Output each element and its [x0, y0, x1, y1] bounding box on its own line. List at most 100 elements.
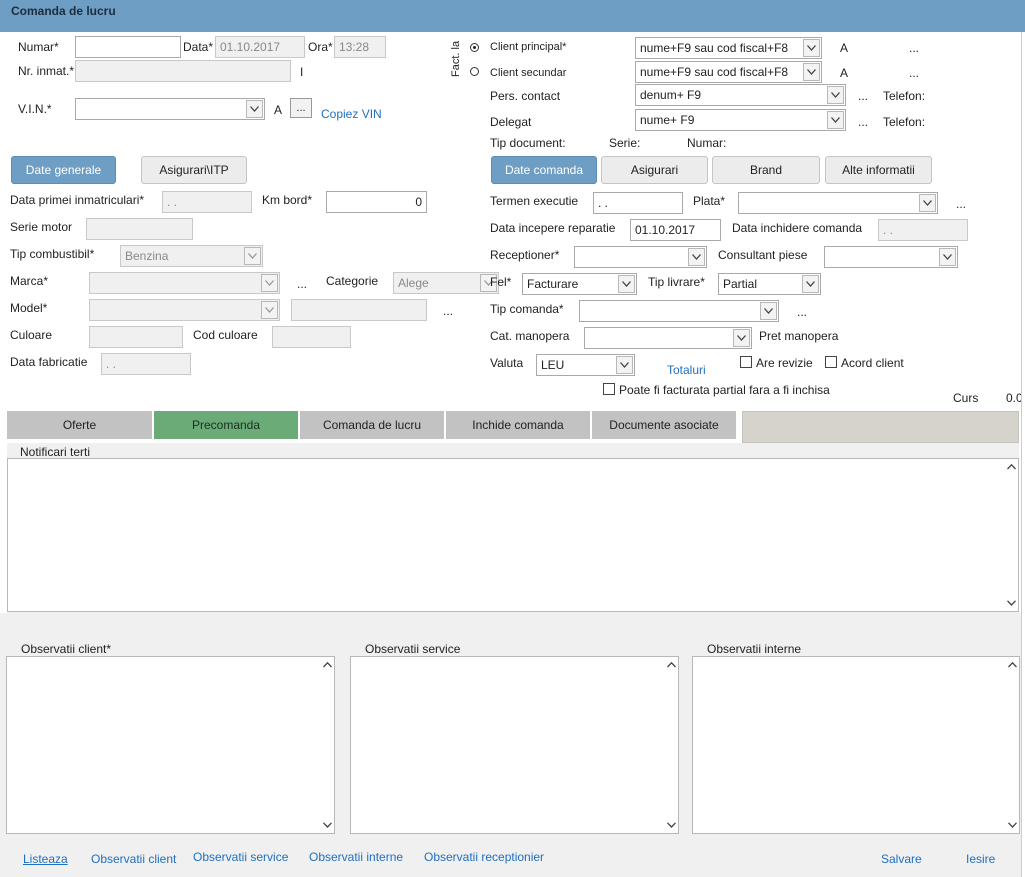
tab-documente-asociate[interactable]: Documente asociate [592, 411, 737, 439]
tip-combustibil-select[interactable]: Benzina [120, 245, 263, 267]
tab-alte-informatii[interactable]: Alte informatii [825, 156, 932, 184]
chevron-down-icon[interactable] [246, 100, 263, 118]
chevron-down-icon[interactable] [939, 248, 956, 266]
nr-inmat-input[interactable] [75, 60, 291, 82]
delegat-select[interactable]: nume+ F9 [635, 109, 846, 131]
tab-inchide-comanda[interactable]: Inchide comanda [446, 411, 591, 439]
model-detail-input[interactable] [291, 299, 427, 321]
chevron-down-icon[interactable] [919, 194, 936, 212]
client-principal-select[interactable]: nume+F9 sau cod fiscal+F8 [635, 37, 822, 59]
observatii-receptionier-link[interactable]: Observatii receptionier [424, 850, 544, 864]
client-secundar-browse[interactable]: ... [909, 66, 919, 80]
chevron-down-icon[interactable] [618, 275, 635, 293]
pers-contact-select[interactable]: denum+ F9 [635, 84, 846, 106]
model-select[interactable] [89, 299, 280, 321]
tab-asigurari[interactable]: Asigurari [601, 156, 708, 184]
chevron-down-icon[interactable] [261, 274, 278, 292]
delegat-browse[interactable]: ... [858, 115, 868, 129]
chevron-down-icon[interactable] [261, 301, 278, 319]
totaluri-link[interactable]: Totaluri [667, 363, 706, 377]
obs-interne-textarea[interactable] [692, 656, 1020, 834]
tip-livrare-select[interactable]: Partial [718, 273, 821, 295]
poate-fi-facturata-checkbox[interactable] [603, 383, 615, 395]
salvare-button[interactable]: Salvare [881, 852, 922, 866]
listeaza-link[interactable]: Listeaza [23, 852, 68, 866]
data-input[interactable]: 01.10.2017 [215, 36, 305, 58]
obs-service-textarea[interactable] [350, 656, 679, 834]
scroll-up-icon[interactable] [1007, 660, 1017, 670]
tab-date-generale[interactable]: Date generale [11, 156, 116, 184]
vin-select[interactable] [75, 98, 265, 120]
marca-browse[interactable]: ... [297, 277, 307, 291]
tip-comanda-select[interactable] [579, 300, 779, 322]
observatii-service-link[interactable]: Observatii service [193, 850, 288, 864]
tab-brand[interactable]: Brand [712, 156, 820, 184]
categorie-select[interactable]: Alege [393, 272, 499, 294]
culoare-input[interactable] [89, 326, 183, 348]
tab-date-comanda[interactable]: Date comanda [491, 156, 597, 184]
chevron-down-icon[interactable] [803, 39, 820, 57]
chevron-down-icon[interactable] [827, 86, 844, 104]
notificari-textarea[interactable] [7, 458, 1019, 612]
obs-interne-scrollbar[interactable] [1005, 657, 1019, 833]
marca-select[interactable] [89, 272, 280, 294]
client-principal-radio[interactable] [470, 43, 479, 52]
client-principal-browse[interactable]: ... [909, 41, 919, 55]
acord-client-checkbox[interactable] [825, 356, 837, 368]
vin-browse-button[interactable]: ... [290, 98, 312, 118]
chevron-down-icon[interactable] [688, 248, 705, 266]
valuta-select[interactable]: LEU [536, 354, 635, 376]
observatii-interne-link[interactable]: Observatii interne [309, 850, 403, 864]
ora-input[interactable]: 13:28 [334, 36, 386, 58]
tip-comanda-browse[interactable]: ... [797, 305, 807, 319]
chevron-down-icon[interactable] [760, 302, 777, 320]
client-secundar-radio[interactable] [470, 67, 479, 76]
client-secundar-select[interactable]: nume+F9 sau cod fiscal+F8 [635, 61, 822, 83]
receptioner-select[interactable] [574, 246, 707, 268]
scroll-down-icon[interactable] [666, 820, 676, 830]
receptioner-label: Receptioner* [490, 248, 560, 262]
plata-select[interactable] [738, 192, 938, 214]
scroll-up-icon[interactable] [666, 660, 676, 670]
data-prim-inmat-input[interactable]: . . [162, 191, 252, 213]
chevron-down-icon[interactable] [616, 356, 633, 374]
pers-contact-browse[interactable]: ... [858, 89, 868, 103]
km-bord-input[interactable]: 0 [326, 191, 427, 213]
chevron-down-icon[interactable] [244, 247, 261, 265]
model-browse[interactable]: ... [443, 304, 453, 318]
chevron-down-icon[interactable] [827, 111, 844, 129]
tab-oferte[interactable]: Oferte [7, 411, 153, 439]
scroll-down-icon[interactable] [1006, 598, 1016, 608]
obs-client-textarea[interactable] [6, 656, 335, 834]
tab-precomanda[interactable]: Precomanda [154, 411, 299, 439]
notificari-scrollbar[interactable] [1004, 459, 1018, 611]
termen-executie-input[interactable]: . . [593, 192, 683, 214]
observatii-client-link[interactable]: Observatii client [91, 852, 176, 866]
tab-asigurari-itp[interactable]: Asigurari\ITP [141, 156, 247, 184]
tab-comanda-de-lucru[interactable]: Comanda de lucru [300, 411, 445, 439]
data-fabricatie-input[interactable]: . . [101, 353, 191, 375]
data-inchidere-input[interactable]: . . [878, 219, 968, 241]
scroll-up-icon[interactable] [322, 660, 332, 670]
chevron-down-icon[interactable] [803, 63, 820, 81]
obs-service-scrollbar[interactable] [664, 657, 678, 833]
iesire-button[interactable]: Iesire [966, 852, 995, 866]
fact-la-label: Fact. la [450, 40, 462, 77]
data-incepere-input[interactable]: 01.10.2017 [630, 219, 721, 241]
serie-motor-input[interactable] [86, 218, 193, 240]
cod-culoare-input[interactable] [272, 326, 351, 348]
copiez-vin-link[interactable]: Copiez VIN [321, 107, 382, 121]
plata-browse[interactable]: ... [956, 197, 966, 211]
scroll-down-icon[interactable] [1007, 820, 1017, 830]
chevron-down-icon[interactable] [733, 329, 750, 347]
numar-input[interactable] [75, 36, 181, 58]
pers-contact-telefon: Telefon: [883, 89, 926, 103]
are-revizie-checkbox[interactable] [740, 356, 752, 368]
scroll-up-icon[interactable] [1006, 462, 1016, 472]
consultant-piese-select[interactable] [824, 246, 958, 268]
fel-select[interactable]: Facturare [522, 273, 637, 295]
chevron-down-icon[interactable] [802, 275, 819, 293]
obs-client-scrollbar[interactable] [320, 657, 334, 833]
cat-manopera-select[interactable] [584, 327, 752, 349]
scroll-down-icon[interactable] [322, 820, 332, 830]
